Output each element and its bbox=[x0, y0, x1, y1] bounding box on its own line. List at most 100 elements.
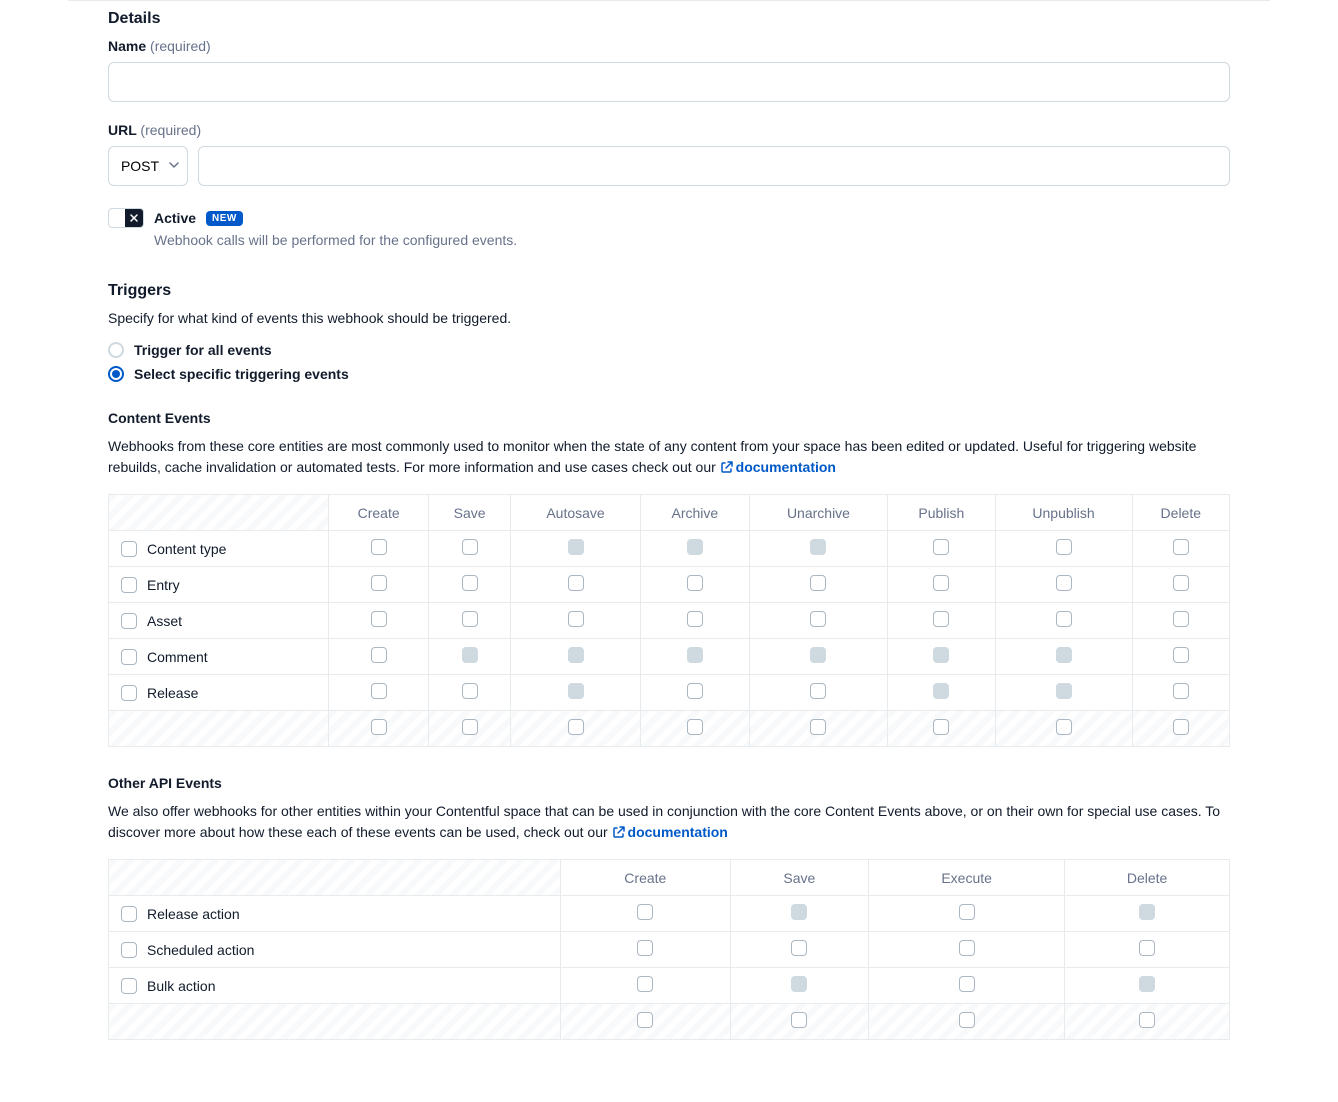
content-events-doc-link-text: documentation bbox=[736, 459, 836, 475]
event-checkbox[interactable] bbox=[1056, 539, 1072, 555]
event-cell bbox=[429, 567, 511, 603]
row-header: Release bbox=[109, 675, 329, 711]
row-select-checkbox[interactable] bbox=[121, 906, 137, 922]
table-row: Entry bbox=[109, 567, 1230, 603]
event-checkbox[interactable] bbox=[1056, 611, 1072, 627]
row-select-checkbox[interactable] bbox=[121, 541, 137, 557]
event-checkbox[interactable] bbox=[687, 611, 703, 627]
column-select-all-checkbox[interactable] bbox=[568, 719, 584, 735]
row-select-checkbox[interactable] bbox=[121, 942, 137, 958]
row-select-checkbox[interactable] bbox=[121, 613, 137, 629]
event-checkbox[interactable] bbox=[637, 904, 653, 920]
event-checkbox[interactable] bbox=[687, 683, 703, 699]
row-select-checkbox[interactable] bbox=[121, 685, 137, 701]
content-events-doc-link[interactable]: documentation bbox=[720, 459, 836, 475]
url-input[interactable] bbox=[198, 146, 1230, 186]
row-header: Comment bbox=[109, 639, 329, 675]
row-select-checkbox[interactable] bbox=[121, 577, 137, 593]
event-checkbox[interactable] bbox=[933, 539, 949, 555]
event-cell bbox=[749, 675, 887, 711]
event-cell bbox=[869, 932, 1065, 968]
event-cell bbox=[1132, 567, 1229, 603]
event-checkbox[interactable] bbox=[933, 611, 949, 627]
event-checkbox[interactable] bbox=[462, 611, 478, 627]
table-row: Asset bbox=[109, 603, 1230, 639]
event-checkbox[interactable] bbox=[462, 539, 478, 555]
event-checkbox[interactable] bbox=[810, 683, 826, 699]
event-checkbox[interactable] bbox=[687, 575, 703, 591]
event-cell bbox=[730, 968, 868, 1004]
column-header: Unpublish bbox=[995, 495, 1132, 531]
row-select-checkbox[interactable] bbox=[121, 978, 137, 994]
name-input[interactable] bbox=[108, 62, 1230, 102]
http-method-select[interactable]: POST bbox=[108, 146, 188, 186]
event-checkbox[interactable] bbox=[371, 683, 387, 699]
event-checkbox[interactable] bbox=[1139, 940, 1155, 956]
event-checkbox bbox=[933, 683, 949, 699]
event-checkbox[interactable] bbox=[959, 904, 975, 920]
event-checkbox[interactable] bbox=[1173, 647, 1189, 663]
event-checkbox[interactable] bbox=[371, 647, 387, 663]
radio-trigger-specific[interactable]: Select specific triggering events bbox=[108, 366, 1230, 382]
column-select-all-checkbox[interactable] bbox=[687, 719, 703, 735]
column-select-all-checkbox[interactable] bbox=[1173, 719, 1189, 735]
event-checkbox[interactable] bbox=[568, 575, 584, 591]
name-label-text: Name bbox=[108, 38, 146, 54]
event-checkbox[interactable] bbox=[959, 940, 975, 956]
radio-trigger-all[interactable]: Trigger for all events bbox=[108, 342, 1230, 358]
event-cell bbox=[641, 675, 750, 711]
event-checkbox[interactable] bbox=[637, 976, 653, 992]
event-cell bbox=[869, 968, 1065, 1004]
event-checkbox[interactable] bbox=[791, 940, 807, 956]
column-header: Execute bbox=[869, 860, 1065, 896]
event-checkbox[interactable] bbox=[1173, 575, 1189, 591]
row-label: Scheduled action bbox=[147, 942, 254, 958]
radio-specific-label: Select specific triggering events bbox=[134, 366, 349, 382]
event-checkbox[interactable] bbox=[810, 575, 826, 591]
event-checkbox[interactable] bbox=[1173, 611, 1189, 627]
event-checkbox[interactable] bbox=[959, 976, 975, 992]
content-events-heading: Content Events bbox=[108, 410, 1230, 426]
event-cell bbox=[511, 603, 641, 639]
event-cell bbox=[429, 603, 511, 639]
event-checkbox bbox=[1056, 647, 1072, 663]
event-cell bbox=[749, 567, 887, 603]
footer-cell bbox=[749, 711, 887, 747]
event-checkbox[interactable] bbox=[933, 575, 949, 591]
column-select-all-checkbox[interactable] bbox=[810, 719, 826, 735]
event-checkbox[interactable] bbox=[371, 575, 387, 591]
row-header: Entry bbox=[109, 567, 329, 603]
column-select-all-checkbox[interactable] bbox=[371, 719, 387, 735]
column-header: Autosave bbox=[511, 495, 641, 531]
active-toggle[interactable] bbox=[108, 208, 144, 228]
name-field-group: Name (required) bbox=[108, 38, 1230, 102]
column-select-all-checkbox[interactable] bbox=[959, 1012, 975, 1028]
event-checkbox[interactable] bbox=[371, 539, 387, 555]
api-events-doc-link[interactable]: documentation bbox=[612, 824, 728, 840]
event-checkbox[interactable] bbox=[810, 611, 826, 627]
column-select-all-checkbox[interactable] bbox=[1056, 719, 1072, 735]
row-select-checkbox[interactable] bbox=[121, 649, 137, 665]
event-checkbox[interactable] bbox=[371, 611, 387, 627]
event-checkbox[interactable] bbox=[1056, 575, 1072, 591]
column-select-all-checkbox[interactable] bbox=[933, 719, 949, 735]
event-checkbox[interactable] bbox=[568, 611, 584, 627]
event-checkbox[interactable] bbox=[1173, 683, 1189, 699]
event-checkbox[interactable] bbox=[637, 940, 653, 956]
column-select-all-checkbox[interactable] bbox=[1139, 1012, 1155, 1028]
event-cell bbox=[1132, 603, 1229, 639]
event-checkbox[interactable] bbox=[462, 575, 478, 591]
content-events-desc-text: Webhooks from these core entities are mo… bbox=[108, 438, 1196, 475]
column-select-all-checkbox[interactable] bbox=[462, 719, 478, 735]
event-cell bbox=[329, 675, 429, 711]
event-checkbox[interactable] bbox=[1173, 539, 1189, 555]
external-link-icon bbox=[720, 459, 734, 480]
column-select-all-checkbox[interactable] bbox=[791, 1012, 807, 1028]
table-row: Scheduled action bbox=[109, 932, 1230, 968]
column-select-all-checkbox[interactable] bbox=[637, 1012, 653, 1028]
event-checkbox[interactable] bbox=[462, 683, 478, 699]
column-header: Create bbox=[329, 495, 429, 531]
event-cell bbox=[641, 567, 750, 603]
event-checkbox bbox=[1139, 976, 1155, 992]
details-heading: Details bbox=[108, 10, 1230, 28]
